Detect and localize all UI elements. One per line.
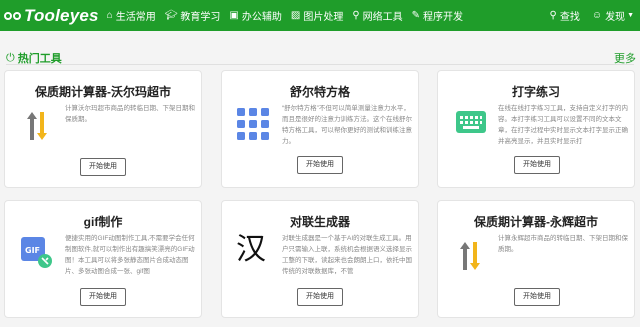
arrows-updown-icon — [27, 112, 47, 140]
nav-label: 教育学习 — [180, 12, 221, 23]
start-button[interactable]: 开始使用 — [514, 288, 560, 306]
start-button[interactable]: 开始使用 — [297, 288, 343, 306]
tool-card[interactable]: 保质期计算器-沃尔玛超市 计算沃尔玛超市商品的转临日期、下架日期和保质期。 开始… — [4, 70, 202, 188]
top-navbar: Tooleyes ⌂ 生活常用 🎓︎ 教育学习 ▣ 办公辅助 ▨ 图片处理 ⚲ 网络工具 … — [0, 0, 640, 31]
gif-icon: GIF — [21, 237, 52, 268]
keyboard-icon — [456, 111, 486, 133]
card-description: 计算沃尔玛超市商品的转临日期、下架日期和保质期。 — [65, 105, 195, 123]
search-link[interactable]: ⚲ 查找 — [550, 8, 580, 23]
tool-card[interactable]: 打字练习 在线在线打字练习工具，支持自定义打字的内容。本打字练习工具可以设置不同… — [437, 70, 635, 188]
start-button[interactable]: 开始使用 — [80, 288, 126, 306]
arrows-updown-icon — [460, 242, 480, 270]
site-logo[interactable]: Tooleyes — [4, 6, 99, 26]
nav-item-network[interactable]: ⚲ 网络工具 — [352, 8, 402, 23]
card-title: 舒尔特方格 — [289, 85, 350, 99]
nav-item-image[interactable]: ▨ 图片处理 — [291, 8, 343, 23]
main-nav: ⌂ 生活常用 🎓︎ 教育学习 ▣ 办公辅助 ▨ 图片处理 ⚲ 网络工具 ✎ 程序开发 — [107, 8, 472, 23]
home-icon: ⌂ — [106, 10, 113, 21]
nav-item-life[interactable]: ⌂ 生活常用 — [107, 8, 156, 23]
right-nav: ⚲ 查找 ☺ 发现 ▼ — [538, 0, 634, 31]
code-icon: ✎ — [411, 10, 421, 21]
tool-card[interactable]: gif制作 GIF 便捷实用的GIF动图制作工具,不需要学会任何制图软件,就可以… — [4, 200, 202, 318]
card-title: 对联生成器 — [289, 215, 350, 229]
card-title: gif制作 — [83, 215, 123, 229]
nav-item-dev[interactable]: ✎ 程序开发 — [412, 8, 463, 23]
nav-label: 图片处理 — [303, 12, 344, 23]
grid-icon — [237, 108, 269, 140]
search-icon: ⚲ — [549, 10, 557, 21]
graduation-cap-icon: 🎓︎ — [164, 10, 178, 21]
power-icon: ⏻ — [6, 51, 15, 64]
nav-label: 程序开发 — [423, 12, 464, 23]
chevron-down-icon: ▼ — [627, 12, 634, 19]
svg-text:GIF: GIF — [25, 246, 40, 255]
nav-label: 办公辅助 — [241, 12, 282, 23]
start-button[interactable]: 开始使用 — [80, 158, 126, 176]
card-description: “舒尔特方格”不但可以简单测量注意力水平，而且是很好的注意力训练方法。这个在线舒… — [282, 105, 412, 145]
discover-dropdown[interactable]: ☺ 发现 ▼ — [592, 8, 634, 23]
card-title: 打字练习 — [511, 85, 560, 99]
card-title: 保质期计算器-沃尔玛超市 — [35, 85, 171, 99]
tool-card[interactable]: 保质期计算器-永辉超市 计算永辉超市商品的转临日期、下架日期和保质期。 开始使用 — [437, 200, 635, 318]
start-button[interactable]: 开始使用 — [297, 156, 343, 174]
card-description: 便捷实用的GIF动图制作工具,不需要学会任何制图软件,就可以制作出有趣搞笑漂亮的… — [65, 235, 195, 275]
card-description: 在线在线打字练习工具，支持自定义打字的内容。本打字练习工具可以设置不同的文本文章… — [498, 105, 628, 145]
start-button[interactable]: 开始使用 — [514, 156, 560, 174]
han-character-icon: 汉 — [236, 232, 266, 267]
logo-text: Tooleyes — [24, 5, 99, 25]
nav-label: 网络工具 — [362, 12, 403, 23]
card-description: 对联生成器是一个基于AI的对联生成工具。用户只需输入上联，系统机会根据语义选择显… — [282, 235, 412, 275]
card-description: 计算永辉超市商品的转临日期、下架日期和保质期。 — [498, 235, 628, 253]
image-icon: ▨ — [290, 10, 301, 21]
tool-card[interactable]: 对联生成器 汉 对联生成器是一个基于AI的对联生成工具。用户只需输入上联，系统机… — [221, 200, 419, 318]
briefcase-icon: ▣ — [229, 10, 239, 21]
discover-label: 发现 — [605, 12, 626, 23]
section-divider — [6, 64, 634, 65]
search-label: 查找 — [559, 12, 580, 23]
network-icon: ⚲ — [352, 10, 360, 21]
eyes-logo-icon — [4, 11, 22, 20]
tool-card[interactable]: 舒尔特方格 “舒尔特方格”不但可以简单测量注意力水平，而且是很好的注意力训练方法… — [221, 70, 419, 188]
nav-item-office[interactable]: ▣ 办公辅助 — [229, 8, 281, 23]
nav-label: 生活常用 — [115, 12, 156, 23]
nav-item-education[interactable]: 🎓︎ 教育学习 — [165, 8, 221, 23]
user-icon: ☺ — [591, 10, 603, 21]
card-title: 保质期计算器-永辉超市 — [474, 215, 598, 229]
